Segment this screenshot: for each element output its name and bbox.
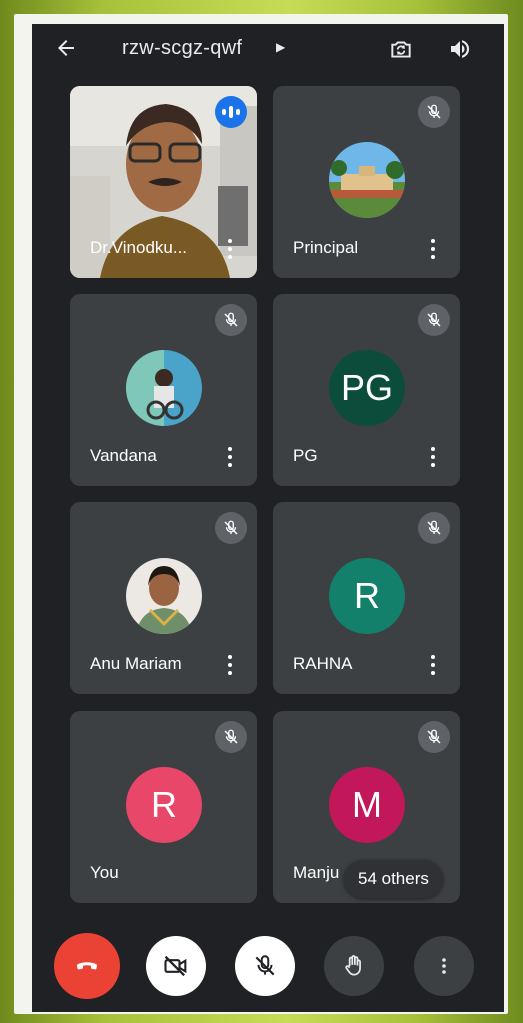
participant-name: RAHNA	[293, 654, 353, 673]
more-options-icon[interactable]	[426, 237, 440, 261]
participant-name: Dr.Vinodku...	[90, 238, 188, 257]
more-options-icon[interactable]	[426, 445, 440, 469]
mic-off-icon	[255, 955, 275, 976]
switch-camera-icon	[391, 41, 411, 58]
mic-off-icon	[418, 304, 450, 336]
mic-off-icon	[418, 512, 450, 544]
mic-off-icon	[215, 721, 247, 753]
avatar: PG	[329, 350, 405, 426]
avatar	[126, 558, 202, 634]
participant-tile-rahna[interactable]: R RAHNA	[273, 502, 460, 694]
caret-right-icon[interactable]: ▶	[276, 40, 285, 54]
avatar: R	[126, 767, 202, 843]
more-options-icon[interactable]	[223, 445, 237, 469]
mic-off-icon	[215, 304, 247, 336]
participant-name: Manju	[293, 863, 340, 882]
speaker-button[interactable]	[445, 34, 475, 64]
participant-name: Anu Mariam	[90, 654, 182, 673]
participant-tile-vandana[interactable]: Vandana	[70, 294, 257, 486]
participant-tile-anu-mariam[interactable]: Anu Mariam	[70, 502, 257, 694]
participant-tile-video[interactable]: Dr.Vinodku...	[70, 86, 257, 278]
participant-tile-pg[interactable]: PG PG	[273, 294, 460, 486]
more-options-button[interactable]	[414, 936, 474, 996]
others-count-button[interactable]: 54 others	[344, 860, 443, 898]
camera-toggle-button[interactable]	[146, 936, 206, 996]
mic-off-icon	[215, 512, 247, 544]
mic-off-icon	[418, 96, 450, 128]
participant-name: PG	[293, 446, 318, 465]
more-options-icon[interactable]	[426, 653, 440, 677]
more-options-icon	[442, 958, 446, 974]
end-call-button[interactable]	[54, 933, 120, 999]
switch-camera-button[interactable]	[386, 34, 416, 64]
raise-hand-icon	[345, 955, 361, 976]
mic-toggle-button[interactable]	[235, 936, 295, 996]
participant-name: Vandana	[90, 446, 157, 465]
back-button[interactable]	[52, 34, 80, 62]
arrow-left-icon	[58, 40, 74, 56]
meeting-code[interactable]: rzw-scgz-qwf	[122, 37, 242, 60]
speaker-icon	[451, 40, 470, 58]
top-bar: rzw-scgz-qwf ▶	[32, 24, 504, 74]
speaking-indicator-icon	[215, 96, 247, 128]
mic-off-icon	[418, 721, 450, 753]
avatar: M	[329, 767, 405, 843]
avatar: R	[329, 558, 405, 634]
participant-name: You	[90, 863, 119, 882]
participant-tile-principal[interactable]: Principal	[273, 86, 460, 278]
end-call-icon	[76, 962, 98, 970]
meet-screen: rzw-scgz-qwf ▶ Dr.Vinodku... Principal V…	[32, 24, 504, 1012]
more-options-icon[interactable]	[223, 237, 237, 261]
more-options-icon[interactable]	[223, 653, 237, 677]
participant-name: Principal	[293, 238, 359, 257]
avatar	[329, 142, 405, 218]
avatar	[126, 350, 202, 426]
participant-tile-you[interactable]: R You	[70, 711, 257, 903]
camera-off-icon	[164, 955, 187, 977]
raise-hand-button[interactable]	[324, 936, 384, 996]
